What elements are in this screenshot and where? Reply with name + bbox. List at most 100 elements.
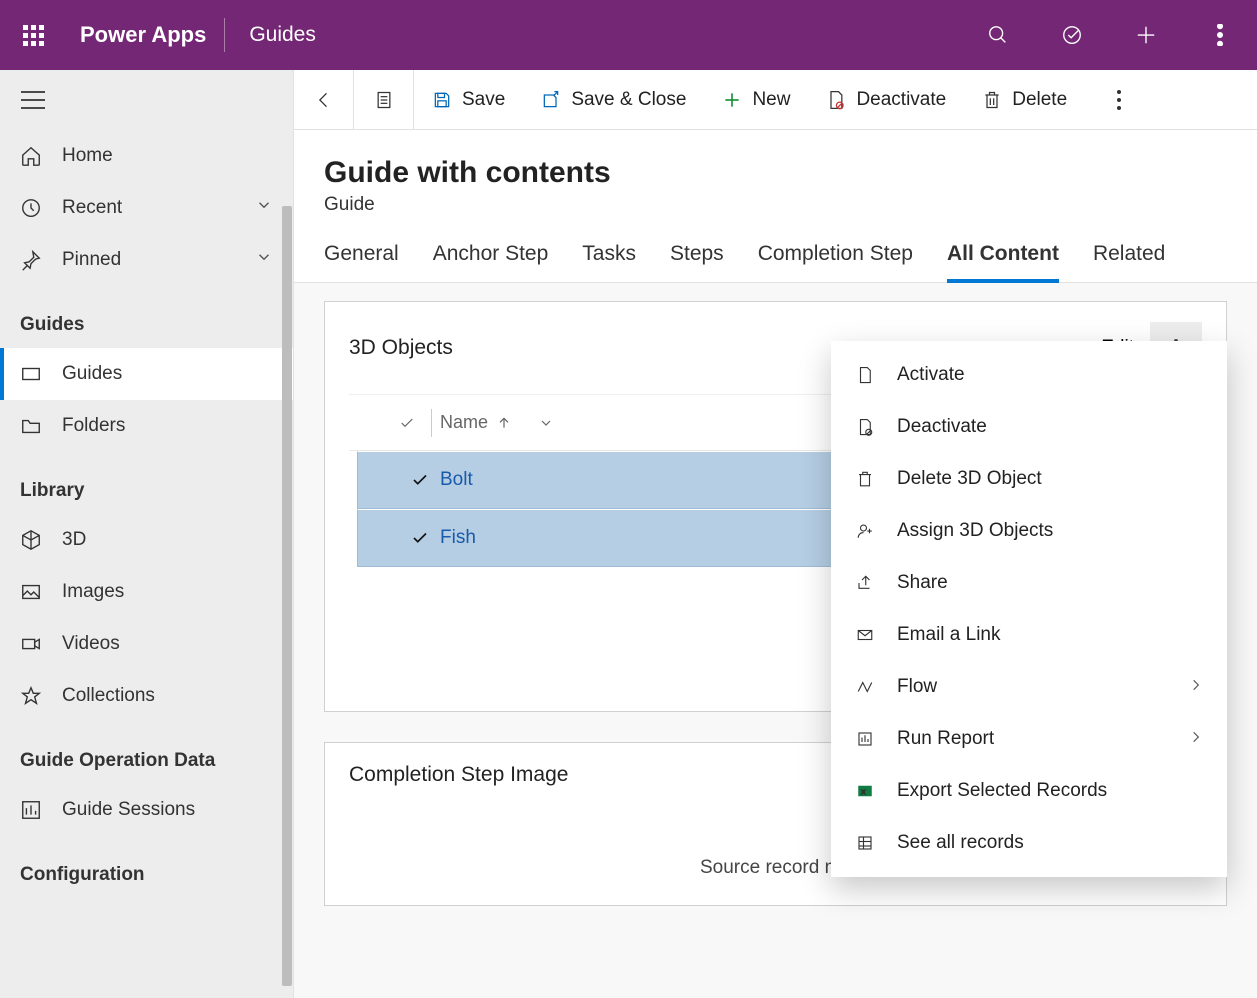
- more-vertical-icon[interactable]: [1183, 0, 1257, 70]
- record-set-button[interactable]: [354, 70, 414, 130]
- search-icon[interactable]: [961, 0, 1035, 70]
- nav-label: Guides: [62, 363, 122, 385]
- tab-anchor-step[interactable]: Anchor Step: [433, 242, 549, 282]
- context-menu: Activate Deactivate Delete 3D Object Ass…: [831, 341, 1227, 877]
- row-name[interactable]: Bolt: [440, 469, 473, 491]
- nav-label: Collections: [62, 685, 155, 707]
- nav-videos[interactable]: Videos: [0, 618, 293, 670]
- mail-icon: [855, 626, 875, 644]
- save-close-button[interactable]: Save & Close: [523, 70, 704, 130]
- tab-tasks[interactable]: Tasks: [582, 242, 636, 282]
- menu-delete-3d[interactable]: Delete 3D Object: [831, 453, 1227, 505]
- folder-icon: [20, 415, 62, 437]
- menu-export[interactable]: x Export Selected Records: [831, 765, 1227, 817]
- menu-run-report[interactable]: Run Report: [831, 713, 1227, 765]
- menu-label: Email a Link: [897, 624, 1001, 646]
- menu-flow[interactable]: Flow: [831, 661, 1227, 713]
- menu-label: Run Report: [897, 728, 994, 750]
- nav-label: Pinned: [62, 249, 121, 271]
- nav-label: Home: [62, 145, 113, 167]
- new-button[interactable]: New: [704, 70, 808, 130]
- tab-all-content[interactable]: All Content: [947, 242, 1059, 282]
- column-label: Name: [440, 412, 488, 433]
- nav-home[interactable]: Home: [0, 130, 293, 182]
- row-name[interactable]: Fish: [440, 527, 476, 549]
- side-nav: Home Recent Pinned Guides Guides Folders: [0, 70, 294, 998]
- app-name[interactable]: Guides: [229, 23, 336, 47]
- menu-assign[interactable]: Assign 3D Objects: [831, 505, 1227, 557]
- chevron-right-icon: [1189, 676, 1203, 698]
- menu-email-link[interactable]: Email a Link: [831, 609, 1227, 661]
- add-icon[interactable]: [1109, 0, 1183, 70]
- menu-deactivate[interactable]: Deactivate: [831, 401, 1227, 453]
- menu-label: Flow: [897, 676, 937, 698]
- nav-pinned[interactable]: Pinned: [0, 234, 293, 286]
- home-icon: [20, 145, 62, 167]
- section-title: Completion Step Image: [349, 763, 568, 787]
- record-entity: Guide: [324, 194, 1227, 216]
- menu-activate[interactable]: Activate: [831, 349, 1227, 401]
- select-all-check-icon[interactable]: [391, 415, 423, 431]
- main: Save Save & Close New Deactivate Delete: [294, 70, 1257, 998]
- command-bar: Save Save & Close New Deactivate Delete: [294, 70, 1257, 130]
- nav-section-guides: Guides: [0, 286, 293, 348]
- nav-section-opdata: Guide Operation Data: [0, 722, 293, 784]
- records-icon: [855, 834, 875, 852]
- menu-see-all[interactable]: See all records: [831, 817, 1227, 869]
- chevron-down-icon: [255, 248, 273, 272]
- cmd-label: Deactivate: [856, 89, 946, 111]
- menu-label: Delete 3D Object: [897, 468, 1042, 490]
- nav-images[interactable]: Images: [0, 566, 293, 618]
- task-icon[interactable]: [1035, 0, 1109, 70]
- brand-title[interactable]: Power Apps: [66, 0, 220, 70]
- menu-label: See all records: [897, 832, 1024, 854]
- chevron-right-icon: [1189, 728, 1203, 750]
- star-icon: [20, 685, 62, 707]
- tab-general[interactable]: General: [324, 242, 399, 282]
- delete-button[interactable]: Delete: [964, 70, 1085, 130]
- nav-collections[interactable]: Collections: [0, 670, 293, 722]
- report-icon: [855, 730, 875, 748]
- assign-icon: [855, 522, 875, 540]
- deactivate-icon: [855, 418, 875, 436]
- back-button[interactable]: [294, 70, 354, 130]
- cmdbar-more-icon[interactable]: [1095, 70, 1143, 130]
- cmd-label: Delete: [1012, 89, 1067, 111]
- cmd-label: Save & Close: [571, 89, 686, 111]
- nav-sessions[interactable]: Guide Sessions: [0, 784, 293, 836]
- hamburger-icon[interactable]: [0, 70, 66, 130]
- nav-section-library: Library: [0, 452, 293, 514]
- nav-label: Folders: [62, 415, 125, 437]
- nav-label: Guide Sessions: [62, 799, 195, 821]
- app-launcher-icon[interactable]: [0, 0, 66, 70]
- row-check-icon[interactable]: [400, 471, 440, 489]
- nav-guides[interactable]: Guides: [0, 348, 293, 400]
- nav-section-config: Configuration: [0, 836, 293, 898]
- save-button[interactable]: Save: [414, 70, 523, 130]
- cmd-label: New: [752, 89, 790, 111]
- scrollbar[interactable]: [282, 206, 292, 986]
- tab-steps[interactable]: Steps: [670, 242, 724, 282]
- nav-3d[interactable]: 3D: [0, 514, 293, 566]
- tab-related[interactable]: Related: [1093, 242, 1165, 282]
- image-icon: [20, 581, 62, 603]
- content-area: 3D Objects Edit Name: [294, 283, 1257, 998]
- row-check-icon[interactable]: [400, 529, 440, 547]
- clock-icon: [20, 197, 62, 219]
- guide-icon: [20, 363, 62, 385]
- nav-label: Recent: [62, 197, 122, 219]
- menu-label: Activate: [897, 364, 965, 386]
- nav-folders[interactable]: Folders: [0, 400, 293, 452]
- nav-label: Videos: [62, 633, 120, 655]
- video-icon: [20, 633, 62, 655]
- tab-completion-step[interactable]: Completion Step: [758, 242, 913, 282]
- record-header: Guide with contents Guide: [294, 130, 1257, 216]
- nav-recent[interactable]: Recent: [0, 182, 293, 234]
- deactivate-button[interactable]: Deactivate: [808, 70, 964, 130]
- column-name[interactable]: Name: [440, 412, 554, 433]
- nav-label: Images: [62, 581, 124, 603]
- cube-icon: [20, 529, 62, 551]
- divider: [224, 18, 225, 52]
- menu-label: Share: [897, 572, 948, 594]
- menu-share[interactable]: Share: [831, 557, 1227, 609]
